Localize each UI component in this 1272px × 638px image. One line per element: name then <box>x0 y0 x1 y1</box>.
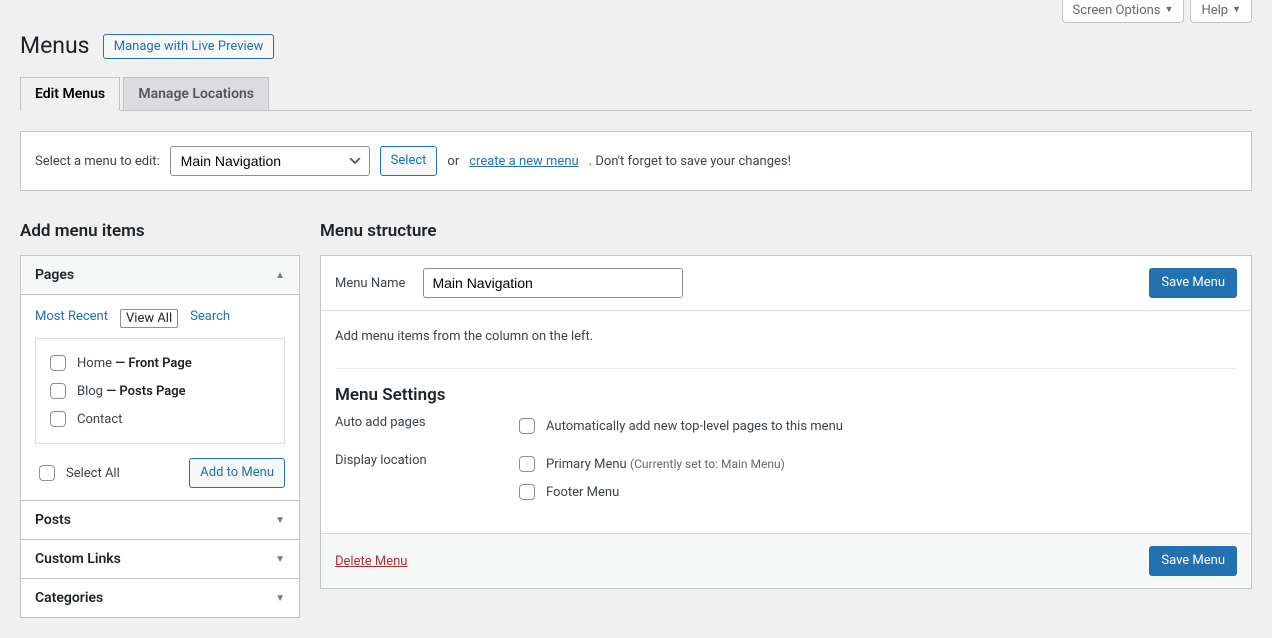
page-checkbox[interactable] <box>50 411 66 427</box>
select-all-label[interactable]: Select All <box>35 462 120 484</box>
pages-list: Home — Front Page Blog — Posts Page Cont… <box>35 338 285 444</box>
accordion-pages-body: Most Recent View All Search Home — Front… <box>21 295 299 500</box>
display-location-label: Display location <box>335 453 515 509</box>
accordion-pages-header[interactable]: Pages ▲ <box>21 256 299 295</box>
primary-menu-option[interactable]: Primary Menu (Currently set to: Main Men… <box>515 453 785 475</box>
accordion-custom-links-label: Custom Links <box>35 551 121 567</box>
accordion-posts-label: Posts <box>35 512 71 528</box>
menu-edit-panel: Menu Name Save Menu Add menu items from … <box>320 255 1252 589</box>
menu-instructions: Add menu items from the column on the le… <box>335 329 1237 344</box>
pages-tab-all[interactable]: View All <box>120 309 178 328</box>
page-item[interactable]: Blog — Posts Page <box>46 377 274 405</box>
accordion-categories-header[interactable]: Categories ▼ <box>21 578 299 617</box>
menu-select-label: Select a menu to edit: <box>35 154 160 169</box>
auto-add-option[interactable]: Automatically add new top-level pages to… <box>515 415 843 437</box>
chevron-down-icon: ▼ <box>275 515 285 526</box>
select-button[interactable]: Select <box>380 146 438 176</box>
accordion-custom-links-header[interactable]: Custom Links ▼ <box>21 539 299 578</box>
tab-manage-locations[interactable]: Manage Locations <box>123 77 269 111</box>
page-checkbox[interactable] <box>50 383 66 399</box>
screen-options-toggle[interactable]: Screen Options ▼ <box>1062 0 1185 23</box>
save-reminder: . Don't forget to save your changes! <box>589 154 791 169</box>
page-item[interactable]: Contact <box>46 405 274 433</box>
delete-menu-link[interactable]: Delete Menu <box>335 554 407 569</box>
page-checkbox[interactable] <box>50 355 66 371</box>
help-toggle[interactable]: Help ▼ <box>1190 0 1252 23</box>
or-text: or <box>447 154 459 169</box>
live-preview-button[interactable]: Manage with Live Preview <box>103 34 275 59</box>
add-to-menu-button[interactable]: Add to Menu <box>189 458 285 488</box>
auto-add-checkbox[interactable] <box>519 418 535 434</box>
page-item[interactable]: Home — Front Page <box>46 349 274 377</box>
menu-select-dropdown[interactable]: Main Navigation <box>170 146 370 176</box>
menu-name-input[interactable] <box>423 268 683 298</box>
menu-selector-box: Select a menu to edit: Main Navigation S… <box>20 131 1252 191</box>
help-label: Help <box>1201 3 1228 18</box>
chevron-down-icon: ▼ <box>275 554 285 565</box>
menu-name-label: Menu Name <box>335 276 405 291</box>
menu-structure-title: Menu structure <box>320 221 1252 241</box>
select-all-checkbox[interactable] <box>39 465 55 481</box>
chevron-up-icon: ▲ <box>275 270 285 281</box>
nav-tabs: Edit Menus Manage Locations <box>20 77 1252 111</box>
pages-tab-search[interactable]: Search <box>190 309 230 328</box>
add-items-title: Add menu items <box>20 221 300 241</box>
chevron-down-icon: ▼ <box>1165 4 1174 15</box>
footer-menu-checkbox[interactable] <box>519 484 535 500</box>
create-menu-link[interactable]: create a new menu <box>469 154 578 169</box>
primary-menu-checkbox[interactable] <box>519 456 535 472</box>
chevron-down-icon: ▼ <box>275 593 285 604</box>
screen-options-label: Screen Options <box>1073 3 1161 18</box>
save-menu-button-bottom[interactable]: Save Menu <box>1149 546 1237 576</box>
chevron-down-icon: ▼ <box>1232 4 1241 15</box>
footer-menu-option[interactable]: Footer Menu <box>515 481 785 503</box>
accordion-posts-header[interactable]: Posts ▼ <box>21 500 299 539</box>
pages-tab-recent[interactable]: Most Recent <box>35 309 108 328</box>
accordion-pages-label: Pages <box>35 267 74 283</box>
add-items-accordion: Pages ▲ Most Recent View All Search Home… <box>20 255 300 618</box>
save-menu-button-top[interactable]: Save Menu <box>1149 268 1237 298</box>
menu-settings-title: Menu Settings <box>335 368 1237 405</box>
tab-edit-menus[interactable]: Edit Menus <box>20 77 120 111</box>
accordion-categories-label: Categories <box>35 590 103 606</box>
page-title: Menus <box>20 23 90 63</box>
auto-add-label: Auto add pages <box>335 415 515 443</box>
